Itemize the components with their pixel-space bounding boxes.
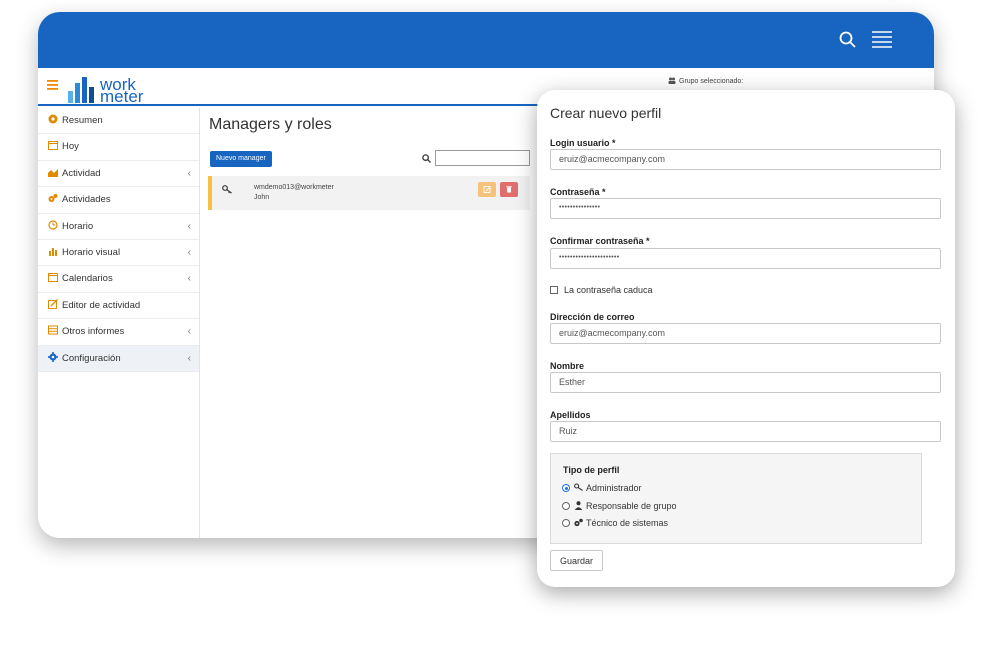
calendar-icon xyxy=(48,273,58,283)
chevron-left-icon: ‹ xyxy=(187,167,191,179)
logo-text-meter: meter xyxy=(100,87,144,106)
chevron-left-icon: ‹ xyxy=(187,273,191,285)
new-manager-button[interactable]: Nuevo manager xyxy=(210,151,272,167)
profile-option-tecnico[interactable]: Técnico de sistemas xyxy=(562,518,668,528)
manager-row[interactable]: wmdemo013@workmeter John xyxy=(208,176,530,210)
profile-option-label: Técnico de sistemas xyxy=(586,518,669,528)
create-profile-panel: Crear nuevo perfil Login usuario * eruiz… xyxy=(537,90,955,587)
sidebar-item-configuracion[interactable]: Configuración ‹ xyxy=(38,345,199,372)
profile-option-label: Administrador xyxy=(586,483,642,493)
profile-option-administrador[interactable]: Administrador xyxy=(562,483,642,493)
key-icon xyxy=(574,483,583,491)
page-title: Managers y roles xyxy=(209,116,332,133)
clock-icon xyxy=(48,219,58,230)
edit-icon xyxy=(48,298,58,309)
manager-search-input[interactable] xyxy=(435,150,530,166)
manager-email: wmdemo013@workmeter xyxy=(254,184,334,191)
logo-bars-icon xyxy=(68,77,94,103)
manager-name: John xyxy=(254,194,270,201)
sidebar-item-actividades[interactable]: Actividades xyxy=(38,187,199,214)
sidebar-item-label: Actividades xyxy=(62,194,111,206)
radio-selected-icon[interactable] xyxy=(562,484,570,492)
surname-input[interactable]: Ruiz xyxy=(550,421,941,442)
search-icon[interactable] xyxy=(838,30,858,50)
sidebar-item-otros-informes[interactable]: Otros informes ‹ xyxy=(38,319,199,346)
sidebar-item-label: Editor de actividad xyxy=(62,299,141,311)
edit-manager-button[interactable] xyxy=(478,182,496,197)
password-expires-row[interactable]: La contraseña caduca xyxy=(550,285,653,295)
gears-icon xyxy=(48,194,58,203)
radio-icon[interactable] xyxy=(562,502,570,510)
profile-option-label: Responsable de grupo xyxy=(586,501,677,511)
sidebar-item-horario[interactable]: Horario ‹ xyxy=(38,214,199,240)
calendar-icon xyxy=(48,141,58,151)
chevron-left-icon: ‹ xyxy=(187,246,191,258)
dashboard-icon xyxy=(48,114,58,124)
email-label: Dirección de correo xyxy=(550,312,635,322)
profile-type-group: Tipo de perfil Administrador Responsable… xyxy=(550,453,922,544)
workmeter-logo[interactable]: work meter xyxy=(68,76,178,106)
chevron-left-icon: ‹ xyxy=(187,352,191,364)
password-input[interactable]: ••••••••••••••• xyxy=(550,198,941,219)
delete-manager-button[interactable] xyxy=(500,182,518,197)
user-icon xyxy=(574,501,583,510)
sidebar-item-hoy[interactable]: Hoy xyxy=(38,134,199,161)
sidebar-item-label: Hoy xyxy=(62,141,79,153)
sidebar-item-label: Resumen xyxy=(62,115,103,126)
hamburger-icon[interactable] xyxy=(47,80,58,90)
sidebar-item-horario-visual[interactable]: Horario visual ‹ xyxy=(38,240,199,267)
sidebar-item-label: Horario visual xyxy=(62,246,121,258)
name-label: Nombre xyxy=(550,361,585,371)
users-icon xyxy=(668,77,676,84)
password-expires-label: La contraseña caduca xyxy=(564,285,653,295)
sidebar-item-label: Actividad xyxy=(62,167,101,179)
sidebar-item-label: Otros informes xyxy=(62,326,125,338)
chevron-left-icon: ‹ xyxy=(187,326,191,338)
password-label: Contraseña * xyxy=(550,187,606,197)
profile-type-title: Tipo de perfil xyxy=(563,465,620,475)
confirm-password-input[interactable]: •••••••••••••••••••••• xyxy=(550,248,941,269)
group-selected-label: Grupo seleccionado: xyxy=(668,77,743,85)
top-toolbar xyxy=(38,12,934,68)
surname-label: Apellidos xyxy=(550,410,591,420)
confirm-password-label: Confirmar contraseña * xyxy=(550,236,650,246)
trash-icon xyxy=(506,186,512,193)
table-icon xyxy=(48,325,58,335)
bar-chart-icon xyxy=(49,247,57,256)
cog-icon xyxy=(48,351,58,362)
edit-icon xyxy=(483,186,491,193)
sidebar-item-label: Configuración xyxy=(62,352,121,364)
sidebar-item-calendarios[interactable]: Calendarios ‹ xyxy=(38,266,199,293)
key-icon xyxy=(222,185,232,194)
sidebar-item-label: Horario xyxy=(62,220,94,232)
area-chart-icon xyxy=(48,168,58,177)
group-selected-text: Grupo seleccionado: xyxy=(679,78,744,85)
sidebar-item-label: Calendarios xyxy=(62,273,113,285)
sidebar-item-resumen[interactable]: Resumen xyxy=(38,108,199,135)
sidebar-item-editor-de-actividad[interactable]: Editor de actividad xyxy=(38,293,199,320)
email-input[interactable]: eruiz@acmecompany.com xyxy=(550,323,941,344)
search-icon xyxy=(422,154,431,163)
sidebar-item-actividad[interactable]: Actividad ‹ xyxy=(38,161,199,188)
save-button[interactable]: Guardar xyxy=(550,550,604,571)
sidebar: Resumen Hoy Actividad ‹ Actividades Hora… xyxy=(38,108,200,538)
profile-option-responsable[interactable]: Responsable de grupo xyxy=(562,501,677,511)
login-label: Login usuario * xyxy=(550,138,616,148)
name-input[interactable]: Esther xyxy=(550,372,941,393)
panel-title: Crear nuevo perfil xyxy=(550,105,662,121)
password-expires-checkbox[interactable] xyxy=(550,286,558,294)
login-input[interactable]: eruiz@acmecompany.com xyxy=(550,149,941,170)
gears-icon xyxy=(574,518,583,527)
chevron-left-icon: ‹ xyxy=(187,220,191,232)
radio-icon[interactable] xyxy=(562,519,570,527)
menu-icon[interactable] xyxy=(872,30,892,48)
